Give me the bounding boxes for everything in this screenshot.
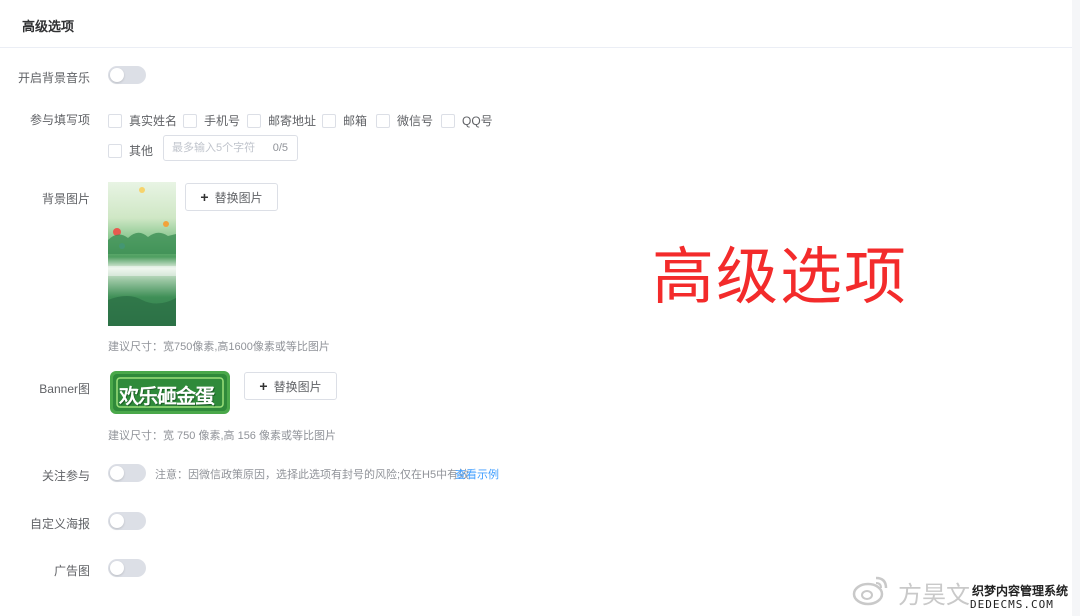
replace-banner-button[interactable]: + 替换图片 [244, 372, 337, 400]
checkbox-wechat[interactable]: 微信号 [376, 112, 433, 129]
plus-icon: + [259, 378, 268, 394]
other-input-wrap: 0/5 [163, 135, 298, 161]
checkbox-label: 邮箱 [343, 114, 368, 128]
follow-switch[interactable] [108, 464, 146, 482]
watermark-brand: 织梦内容管理系统 [970, 582, 1071, 599]
checkbox-qq[interactable]: QQ号 [441, 112, 493, 129]
follow-label: 关注参与 [41, 469, 90, 483]
plus-icon: + [200, 189, 209, 205]
switch-knob [110, 514, 124, 528]
weibo-icon [852, 576, 888, 606]
fields-label: 参与填写项 [29, 113, 90, 127]
scroll-gutter [1072, 0, 1080, 616]
checkbox-label: 微信号 [397, 114, 434, 128]
banner-text: 欢乐砸金蛋 [119, 384, 215, 408]
view-example-link[interactable]: 查看示例 [455, 466, 499, 482]
poster-label: 自定义海报 [29, 517, 90, 531]
checkbox-box[interactable] [108, 143, 122, 158]
ad-switch[interactable] [108, 559, 146, 577]
section-title: 高级选项 [22, 19, 75, 34]
checkbox-email[interactable]: 邮箱 [322, 112, 367, 129]
bg-image-label: 背景图片 [41, 192, 90, 206]
checkbox-label: 其他 [129, 144, 154, 158]
ad-label: 广告图 [53, 564, 90, 578]
banner-label: Banner图 [39, 382, 90, 396]
checkbox-box[interactable] [108, 113, 122, 128]
bgm-switch[interactable] [108, 66, 146, 84]
checkbox-box[interactable] [376, 113, 390, 128]
section-header: 高级选项 [0, 0, 1072, 48]
other-field-input[interactable] [170, 139, 264, 157]
checkbox-real-name[interactable]: 真实姓名 [108, 112, 177, 129]
banner-thumbnail: 欢乐砸金蛋 [110, 371, 230, 414]
banner-hint: 建议尺寸：宽 750 像素,高 156 像素或等比图片 [108, 430, 336, 442]
char-counter: 0/5 [272, 142, 288, 154]
checkbox-box[interactable] [183, 113, 197, 128]
bg-image-art [108, 187, 176, 326]
checkbox-label: 手机号 [204, 114, 241, 128]
checkbox-label: QQ号 [462, 114, 493, 128]
overlay-title: 高级选项 [652, 240, 909, 313]
checkbox-box[interactable] [247, 113, 261, 128]
bg-image-thumbnail [108, 182, 176, 326]
poster-switch[interactable] [108, 512, 146, 530]
replace-bg-image-button[interactable]: + 替换图片 [185, 183, 278, 211]
replace-bg-image-label: 替换图片 [214, 190, 263, 205]
follow-note: 注意：因微信政策原因，选择此选项有封号的风险;仅在H5中有效 [155, 469, 470, 481]
checkbox-other[interactable]: 其他 [108, 142, 153, 159]
checkbox-label: 真实姓名 [129, 114, 178, 128]
switch-knob [110, 466, 124, 480]
switch-knob [110, 68, 124, 82]
checkbox-phone[interactable]: 手机号 [183, 112, 240, 129]
bg-image-hint: 建议尺寸：宽750像素,高1600像素或等比图片 [108, 341, 330, 353]
switch-knob [110, 561, 124, 575]
checkbox-address[interactable]: 邮寄地址 [247, 112, 316, 129]
checkbox-label: 邮寄地址 [268, 114, 317, 128]
watermark-author: 方昊文 [898, 582, 970, 609]
replace-banner-label: 替换图片 [273, 379, 322, 394]
checkbox-box[interactable] [441, 113, 455, 128]
bgm-label: 开启背景音乐 [17, 71, 90, 85]
checkbox-box[interactable] [322, 113, 336, 128]
watermark-domain: DEDECMS.COM [970, 598, 1054, 611]
